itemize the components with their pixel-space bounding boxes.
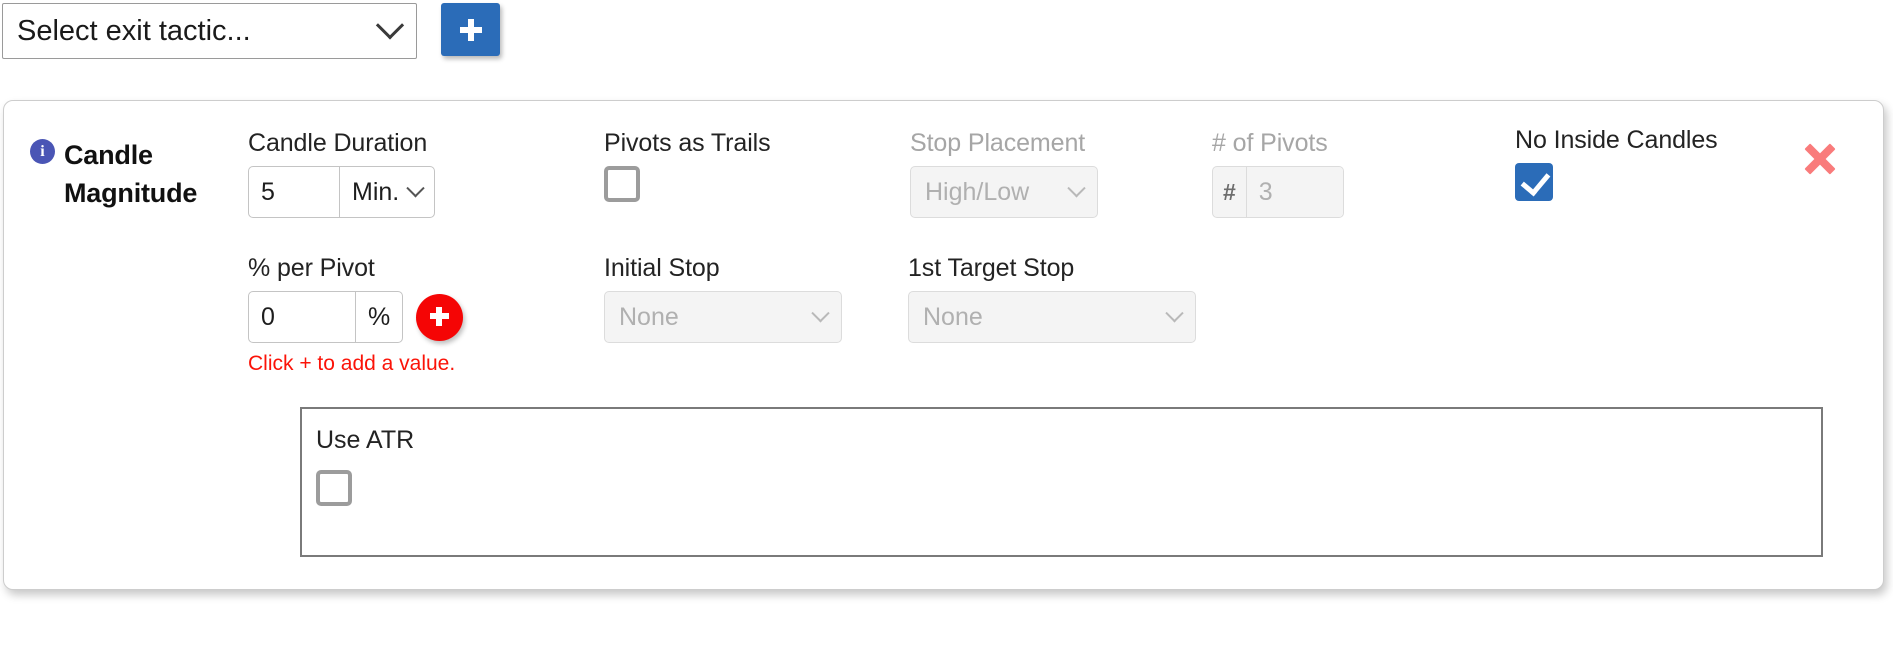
field-label-use-atr: Use ATR (316, 426, 415, 454)
chevron-down-icon (375, 11, 405, 40)
plus-icon (459, 18, 482, 41)
chevron-down-icon (1067, 178, 1086, 197)
use-atr-panel: Use ATR (300, 407, 1823, 557)
initial-stop-select[interactable]: None (604, 291, 842, 343)
num-pivots-prefix: # (1213, 167, 1247, 217)
info-icon[interactable]: i (30, 139, 55, 164)
field-num-pivots: # of Pivots # (1212, 129, 1344, 218)
candle-duration-unit-select[interactable]: Min. (339, 167, 434, 217)
percent-per-pivot-unit: % (355, 292, 402, 342)
percent-per-pivot-hint: Click + to add a value. (248, 352, 456, 375)
plus-icon (429, 306, 451, 328)
candle-magnitude-card: i Candle Magnitude Candle Duration Min. … (3, 100, 1884, 590)
percent-per-pivot-input[interactable] (249, 292, 355, 342)
field-label-no-inside-candles: No Inside Candles (1515, 126, 1718, 154)
chevron-down-icon (811, 303, 830, 322)
field-label-candle-duration: Candle Duration (248, 129, 428, 157)
field-percent-per-pivot: % per Pivot % Click + to add a value. (248, 254, 464, 376)
num-pivots-input[interactable] (1246, 167, 1343, 217)
field-label-stop-placement: Stop Placement (910, 129, 1086, 157)
chevron-down-icon (1165, 303, 1184, 322)
first-target-stop-value: None (923, 302, 983, 331)
field-pivots-as-trails: Pivots as Trails (604, 129, 771, 202)
exit-tactic-toolbar: Select exit tactic... (0, 0, 1893, 72)
field-label-pivots-as-trails: Pivots as Trails (604, 129, 771, 157)
page-title: Candle Magnitude (64, 140, 198, 209)
no-inside-candles-checkbox[interactable] (1515, 163, 1553, 201)
first-target-stop-select[interactable]: None (908, 291, 1196, 343)
candle-duration-unit-value: Min. (352, 177, 400, 206)
field-initial-stop: Initial Stop None (604, 254, 842, 343)
field-label-num-pivots: # of Pivots (1212, 129, 1328, 157)
candle-duration-input-group[interactable]: Min. (248, 166, 436, 218)
field-no-inside-candles: No Inside Candles (1515, 126, 1718, 201)
field-first-target-stop: 1st Target Stop None (908, 254, 1196, 343)
chevron-down-icon (406, 178, 425, 197)
exit-tactic-select-value: Select exit tactic... (17, 14, 251, 47)
field-candle-duration: Candle Duration Min. (248, 129, 436, 218)
close-icon[interactable] (1800, 139, 1840, 179)
percent-per-pivot-input-group[interactable]: % (248, 291, 404, 343)
candle-duration-input[interactable] (249, 167, 339, 217)
stop-placement-value: High/Low (925, 177, 1030, 206)
add-exit-tactic-button[interactable] (441, 3, 500, 56)
exit-tactic-select[interactable]: Select exit tactic... (2, 3, 417, 59)
use-atr-checkbox[interactable] (316, 470, 352, 506)
initial-stop-value: None (619, 302, 679, 331)
pivots-as-trails-checkbox[interactable] (604, 166, 640, 202)
add-percent-value-button[interactable] (416, 293, 464, 341)
card-header: i Candle Magnitude (30, 136, 240, 213)
field-label-initial-stop: Initial Stop (604, 254, 720, 282)
field-label-first-target-stop: 1st Target Stop (908, 254, 1075, 282)
stop-placement-select[interactable]: High/Low (910, 166, 1098, 218)
num-pivots-input-group[interactable]: # (1212, 166, 1344, 218)
field-stop-placement: Stop Placement High/Low (910, 129, 1098, 218)
field-label-percent-per-pivot: % per Pivot (248, 254, 375, 282)
